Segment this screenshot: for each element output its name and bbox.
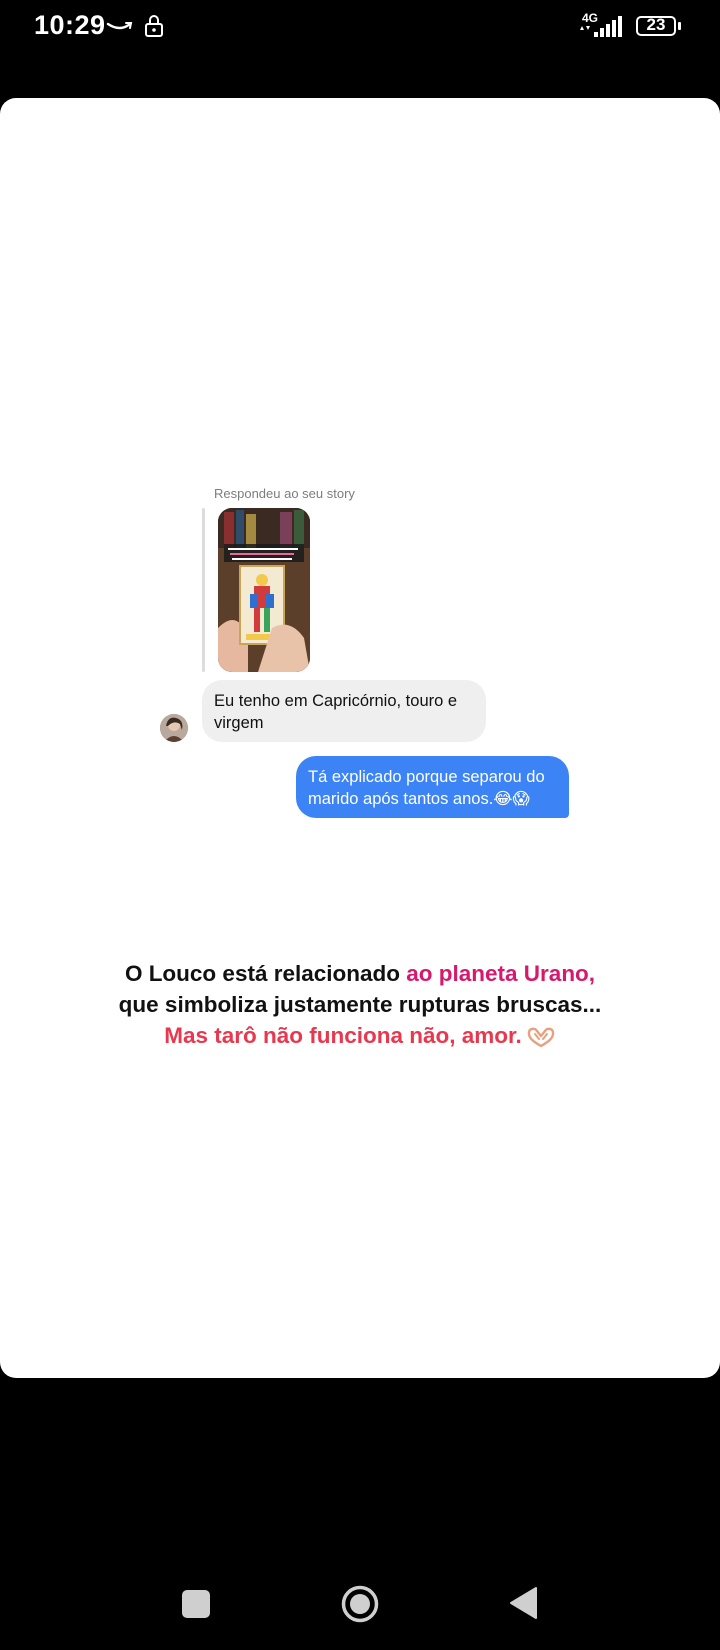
heart-hands-icon — [527, 1027, 555, 1048]
caption-line-3: Mas tarô não funciona não, amor. — [164, 1023, 522, 1048]
caption-line-3-wrap: Mas tarô não funciona não, amor. — [60, 1020, 660, 1051]
outgoing-message-bubble[interactable]: Tá explicado porque separou do marido ap… — [296, 756, 569, 818]
battery-level: 23 — [646, 15, 666, 34]
story-caption: O Louco está relacionado ao planeta Uran… — [60, 958, 660, 1051]
caption-line-2: que simboliza justamente rupturas brusca… — [118, 992, 602, 1017]
status-bar: 10:29 4G 23 — [0, 0, 720, 56]
status-time: 10:29 — [34, 10, 106, 40]
battery-tip — [678, 22, 681, 30]
signal-icon — [580, 16, 622, 37]
caption-line-1-text: O Louco está relacionado — [124, 961, 407, 986]
replied-to-story-label: Respondeu ao seu story — [214, 486, 355, 501]
caption-line-1: O Louco está relacionado ao planeta Uran… — [60, 958, 660, 989]
outgoing-emojis: 😂😱 — [493, 790, 530, 808]
incoming-message-text: Eu tenho em Capricórnio, touro e virgem — [214, 692, 458, 732]
sender-avatar[interactable] — [160, 714, 188, 742]
tarot-card-image — [218, 508, 310, 672]
story-thumbnail[interactable] — [218, 508, 310, 672]
incoming-message-bubble[interactable]: Eu tenho em Capricórnio, touro e virgem — [202, 680, 486, 742]
back-button[interactable] — [508, 1586, 538, 1620]
recent-apps-button[interactable] — [182, 1590, 210, 1618]
home-button[interactable] — [341, 1585, 379, 1623]
amazon-smile-icon — [106, 22, 133, 30]
caption-highlight: ao planeta Urano, — [406, 961, 596, 986]
reply-indicator-line — [202, 508, 205, 672]
lock-icon — [145, 15, 163, 37]
